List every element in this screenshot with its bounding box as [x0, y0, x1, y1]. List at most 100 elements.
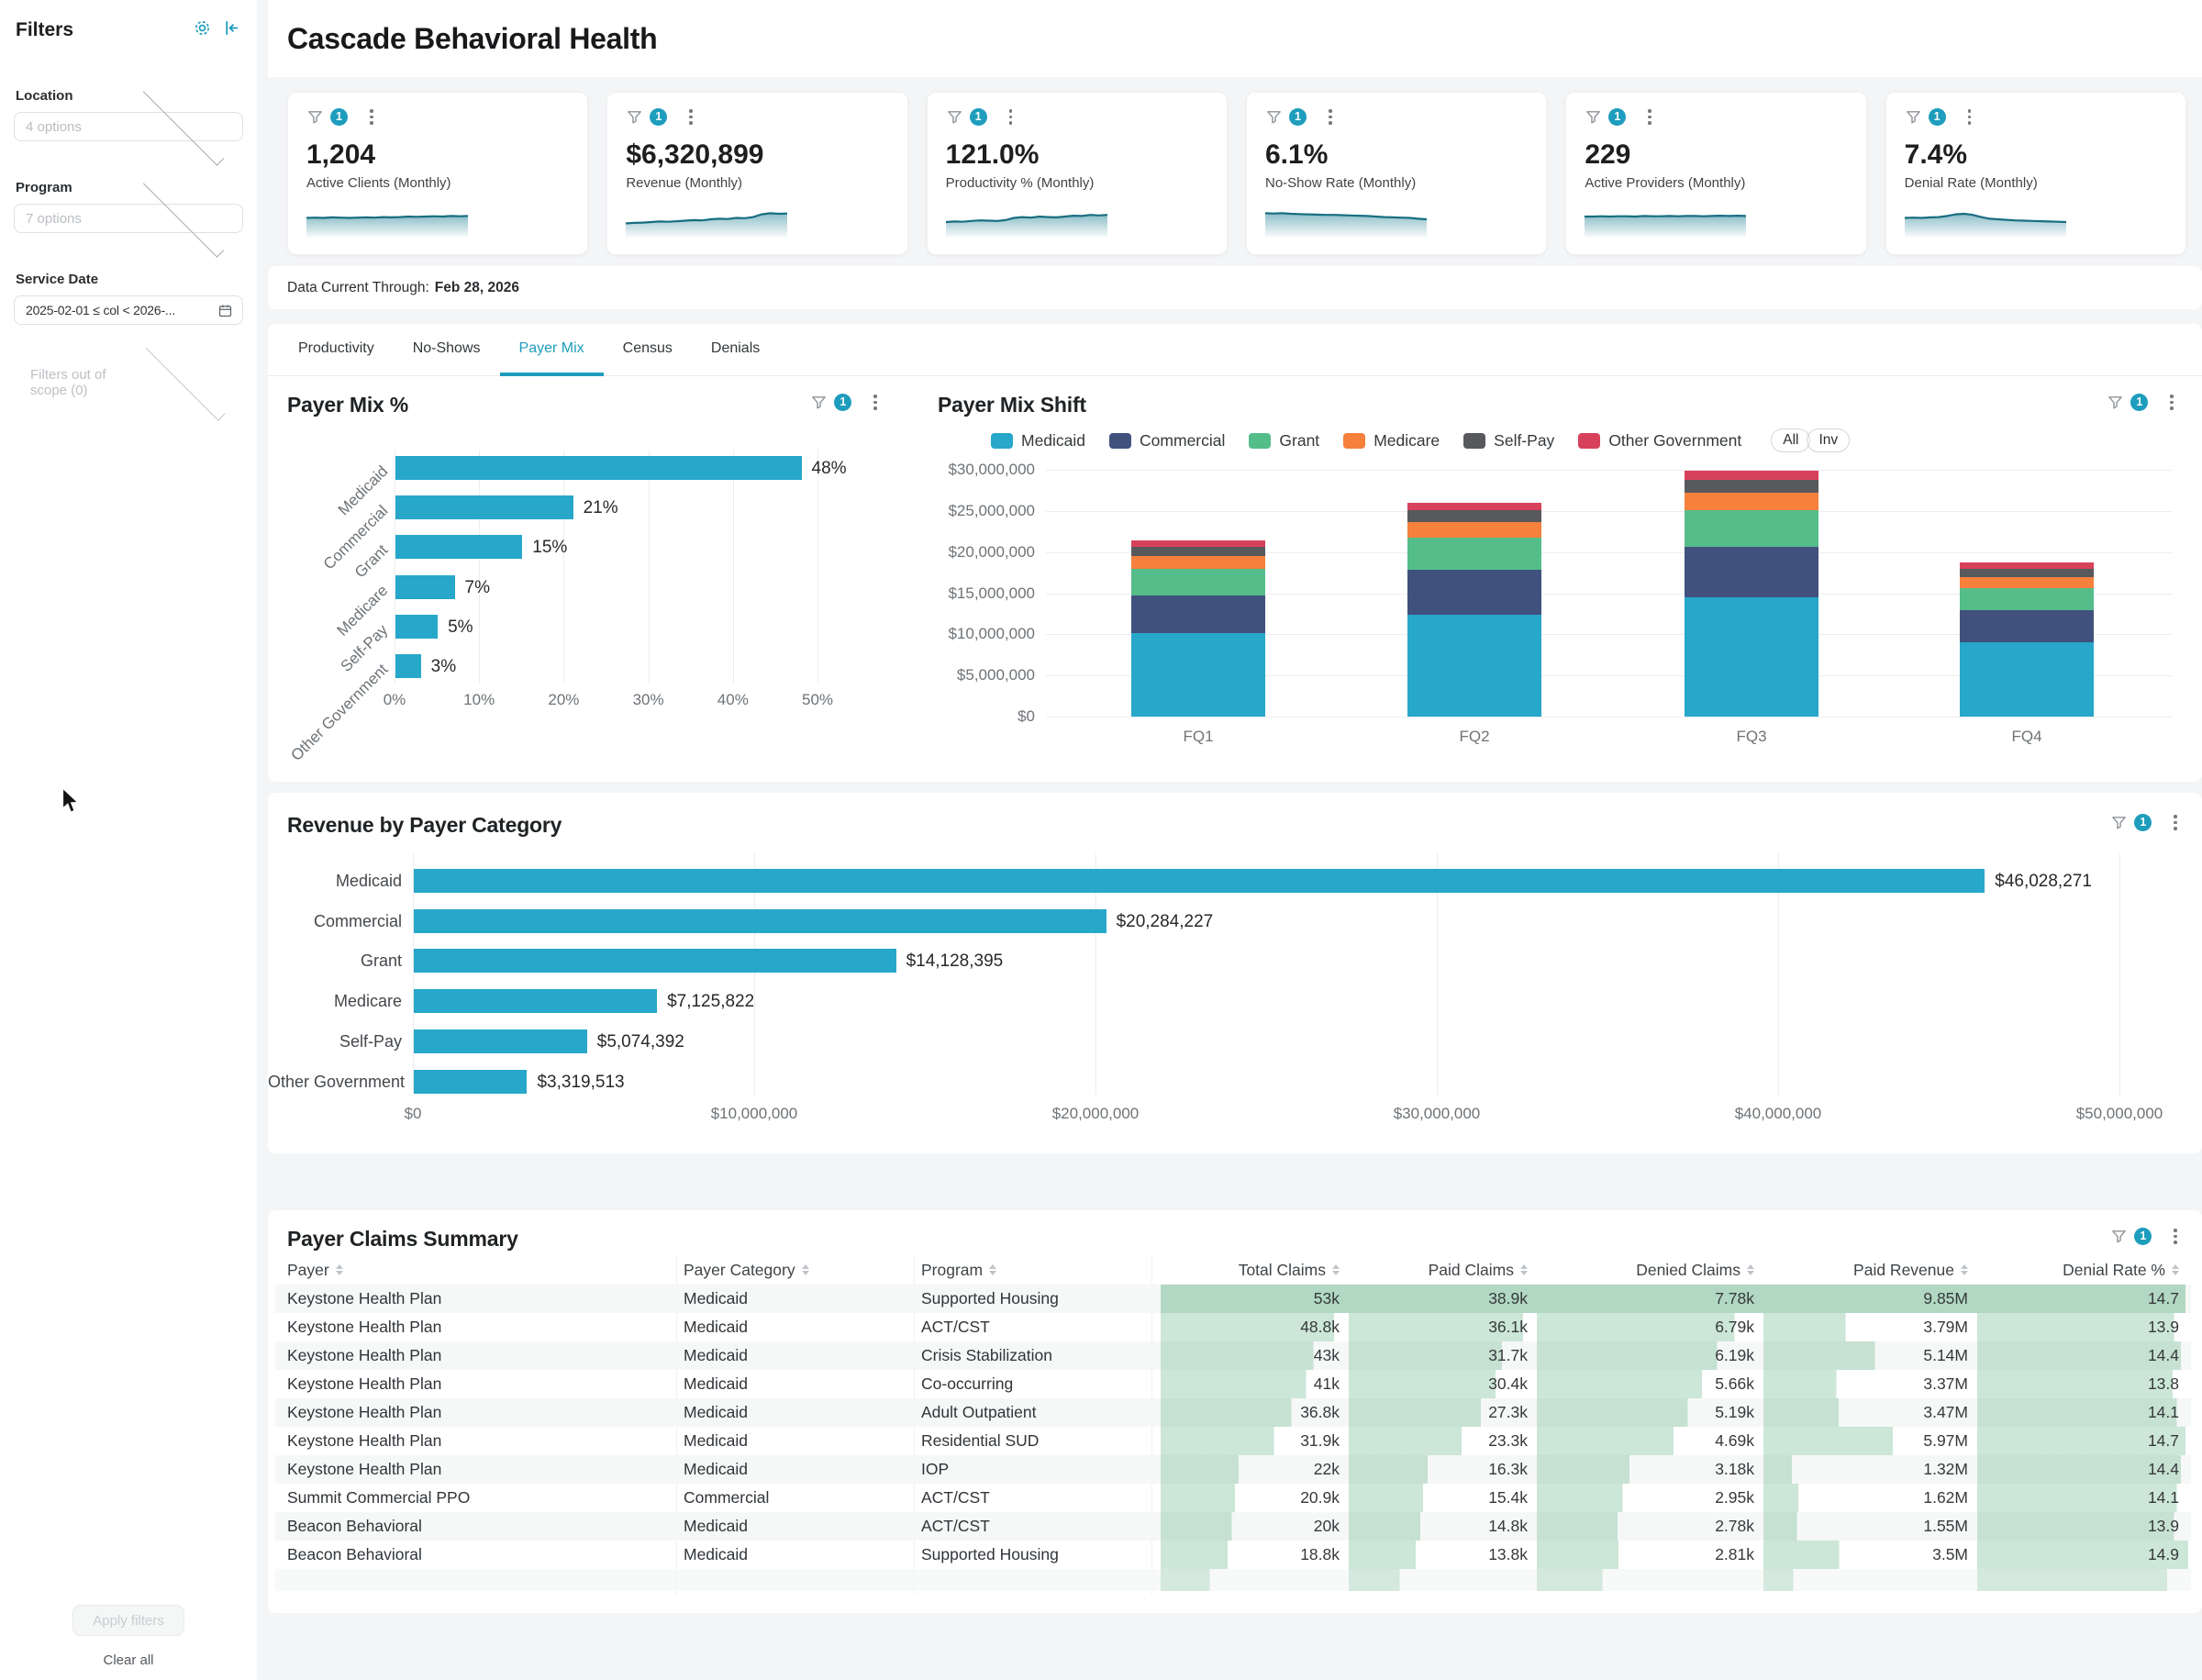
- cell-program: Residential SUD: [921, 1427, 1039, 1455]
- bar-commercial: [395, 495, 573, 519]
- legend-toggle-all[interactable]: All: [1771, 428, 1810, 452]
- kpi-card: 1 121.0%Productivity % (Monthly): [927, 92, 1228, 255]
- payer-mix-shift-chart: Payer Mix Shift 1 MedicaidCommercialGran…: [938, 376, 2183, 782]
- legend-label: Self-Pay: [1494, 431, 1554, 451]
- legend-label: Medicaid: [1021, 431, 1085, 451]
- location-select[interactable]: 4 options: [14, 112, 243, 141]
- more-options-icon[interactable]: [2168, 393, 2175, 412]
- column-header-paid-claims[interactable]: Paid Claims: [1349, 1256, 1528, 1284]
- legend-toggle-inv[interactable]: Inv: [1807, 428, 1850, 452]
- column-header-payer[interactable]: Payer: [287, 1256, 343, 1284]
- filter-count-badge[interactable]: 1: [1289, 108, 1307, 126]
- filter-count-badge[interactable]: 1: [1929, 108, 1946, 126]
- service-date-input[interactable]: 2025-02-01 ≤ col < 2026-...: [14, 295, 243, 325]
- legend-item-grant[interactable]: Grant: [1249, 431, 1319, 451]
- collapse-sidebar-icon[interactable]: [223, 19, 240, 41]
- x-axis-tick: $0: [349, 1105, 477, 1123]
- cell-value: 14.7: [1977, 1285, 2188, 1313]
- tab-payer-mix[interactable]: Payer Mix: [500, 324, 604, 376]
- y-axis-tick: $30,000,000: [938, 461, 1035, 479]
- cell-value: 13.9: [1977, 1313, 2188, 1341]
- legend-item-self-pay[interactable]: Self-Pay: [1463, 431, 1554, 451]
- cell-value: 14.9: [1977, 1541, 2188, 1569]
- stacked-bar-fq1: [1131, 470, 1265, 717]
- more-options-icon[interactable]: [687, 107, 695, 127]
- apply-filters-button[interactable]: Apply filters: [72, 1605, 184, 1636]
- cell-payer-category: Medicaid: [684, 1370, 748, 1398]
- bar-value-label: $7,125,822: [667, 992, 754, 1012]
- chart-legend: Medicaid Commercial Grant Medicare Self-Pay O…: [991, 428, 1850, 453]
- tab-census[interactable]: Census: [604, 324, 692, 376]
- filters-title: Filters: [16, 19, 182, 41]
- cell-program: Adult Outpatient: [921, 1398, 1037, 1427]
- filter-icon[interactable]: [2110, 1228, 2128, 1245]
- filter-icon[interactable]: [810, 394, 828, 411]
- y-axis-tick: $25,000,000: [938, 502, 1035, 520]
- filter-icon[interactable]: [2107, 394, 2124, 411]
- tab-productivity[interactable]: Productivity: [279, 324, 394, 376]
- more-options-icon[interactable]: [2172, 1227, 2179, 1246]
- column-header-program[interactable]: Program: [921, 1256, 996, 1284]
- cell-program: Co-occurring: [921, 1370, 1013, 1398]
- more-options-icon[interactable]: [1966, 107, 1974, 127]
- bar-value-label: $14,128,395: [906, 951, 1004, 972]
- kpi-label: Revenue (Monthly): [626, 175, 888, 191]
- legend-item-other-government[interactable]: Other Government: [1578, 431, 1741, 451]
- filters-settings-gear-icon[interactable]: [193, 18, 212, 42]
- legend-item-medicare[interactable]: Medicare: [1343, 431, 1440, 451]
- column-header-denied-claims[interactable]: Denied Claims: [1537, 1256, 1754, 1284]
- column-header-paid-revenue[interactable]: Paid Revenue: [1763, 1256, 1968, 1284]
- filter-icon[interactable]: [306, 108, 324, 126]
- y-axis-tick: $20,000,000: [938, 543, 1035, 562]
- bar-value-label: $3,319,513: [537, 1073, 624, 1093]
- more-options-icon[interactable]: [2172, 813, 2179, 832]
- more-options-icon[interactable]: [872, 393, 879, 412]
- clear-all-button[interactable]: Clear all: [0, 1652, 257, 1668]
- filter-count-badge[interactable]: 1: [1608, 108, 1626, 126]
- bar-self-pay: [395, 615, 438, 639]
- tab-no-shows[interactable]: No-Shows: [394, 324, 500, 376]
- cell-value: 14.7: [1977, 1427, 2188, 1455]
- filter-icon[interactable]: [2110, 814, 2128, 831]
- x-axis-tick: FQ1: [1162, 728, 1235, 746]
- more-options-icon[interactable]: [368, 107, 375, 127]
- table-row: Keystone Health PlanMedicaidSupported Ho…: [275, 1285, 2191, 1313]
- chevron-down-icon: [146, 340, 226, 420]
- cell-payer: Keystone Health Plan: [287, 1455, 441, 1484]
- filter-count-badge[interactable]: 1: [330, 108, 348, 126]
- table-row-partial: [275, 1569, 2191, 1591]
- program-select[interactable]: 7 options: [14, 204, 243, 233]
- segment-medicare: [1960, 577, 2094, 589]
- bar-value-label: $20,284,227: [1117, 912, 1214, 932]
- filter-count-badge[interactable]: 1: [2130, 394, 2148, 411]
- tab-denials[interactable]: Denials: [692, 324, 779, 376]
- more-options-icon[interactable]: [1327, 107, 1334, 127]
- filter-count-badge[interactable]: 1: [2134, 1228, 2152, 1245]
- more-options-icon[interactable]: [1646, 107, 1653, 127]
- column-header-payer-category[interactable]: Payer Category: [684, 1256, 809, 1284]
- filter-icon[interactable]: [626, 108, 643, 126]
- location-filter-label: Location: [16, 88, 257, 104]
- legend-item-medicaid[interactable]: Medicaid: [991, 431, 1085, 451]
- filter-count-badge[interactable]: 1: [650, 108, 667, 126]
- filter-count-badge[interactable]: 1: [2134, 814, 2152, 831]
- column-header-total-claims[interactable]: Total Claims: [1161, 1256, 1340, 1284]
- filter-icon[interactable]: [1265, 108, 1283, 126]
- legend-item-commercial[interactable]: Commercial: [1109, 431, 1225, 451]
- filter-count-badge[interactable]: 1: [834, 394, 851, 411]
- cell-payer: Summit Commercial PPO: [287, 1484, 470, 1512]
- cell-program: Supported Housing: [921, 1285, 1059, 1313]
- kpi-sparkline-chart: [306, 198, 569, 241]
- legend-swatch: [1463, 433, 1485, 449]
- more-options-icon[interactable]: [1007, 107, 1015, 127]
- filters-out-of-scope-toggle[interactable]: Filters out of scope (0): [30, 367, 235, 398]
- filter-icon[interactable]: [946, 108, 963, 126]
- column-header-denial-rate-%[interactable]: Denial Rate %: [1977, 1256, 2179, 1284]
- kpi-card: 1 $6,320,899Revenue (Monthly): [606, 92, 907, 255]
- filter-icon[interactable]: [1905, 108, 1922, 126]
- filter-icon[interactable]: [1585, 108, 1602, 126]
- filter-count-badge[interactable]: 1: [970, 108, 987, 126]
- cell-program: Supported Housing: [921, 1541, 1059, 1569]
- cell-program: Crisis Stabilization: [921, 1341, 1052, 1370]
- bar-value-label: 48%: [812, 459, 847, 479]
